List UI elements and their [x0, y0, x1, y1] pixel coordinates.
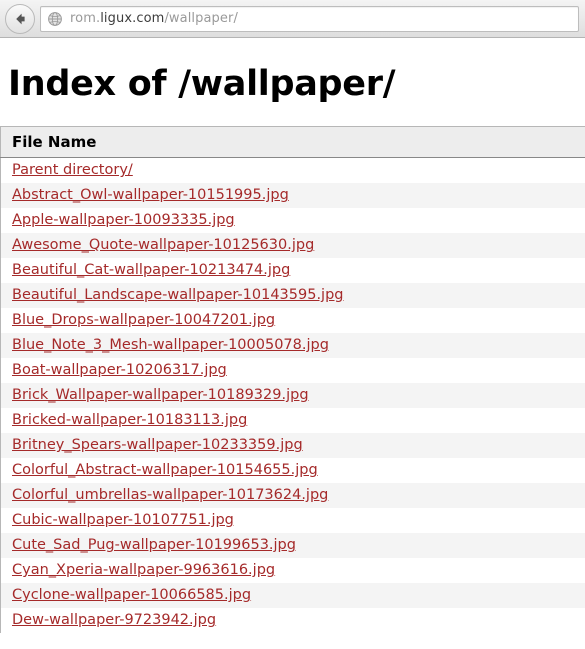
- table-row: Parent directory/: [0, 157, 585, 184]
- file-link[interactable]: Cute_Sad_Pug-wallpaper-10199653.jpg: [12, 537, 296, 553]
- table-row: Cute_Sad_Pug-wallpaper-10199653.jpg: [0, 533, 585, 559]
- table-row: Beautiful_Cat-wallpaper-10213474.jpg: [0, 258, 585, 284]
- back-button[interactable]: [5, 3, 35, 34]
- file-link[interactable]: Beautiful_Cat-wallpaper-10213474.jpg: [12, 262, 290, 278]
- table-row: Cyclone-wallpaper-10066585.jpg: [0, 583, 585, 609]
- file-name-cell: Parent directory/: [0, 157, 585, 184]
- table-body: Parent directory/Abstract_Owl-wallpaper-…: [0, 157, 585, 634]
- url-bar[interactable]: rom.ligux.com/wallpaper/: [40, 5, 579, 32]
- table-row: Colorful_umbrellas-wallpaper-10173624.jp…: [0, 483, 585, 509]
- url-text: rom.ligux.com/wallpaper/: [70, 11, 238, 26]
- file-link[interactable]: Cyclone-wallpaper-10066585.jpg: [12, 587, 251, 603]
- globe-icon: [47, 11, 63, 27]
- browser-toolbar: rom.ligux.com/wallpaper/: [0, 0, 585, 38]
- table-row: Apple-wallpaper-10093335.jpg: [0, 208, 585, 234]
- column-header-file-name[interactable]: File Name: [0, 126, 585, 159]
- file-name-cell: Blue_Drops-wallpaper-10047201.jpg: [0, 308, 585, 334]
- file-name-cell: Cute_Sad_Pug-wallpaper-10199653.jpg: [0, 533, 585, 559]
- table-row: Blue_Drops-wallpaper-10047201.jpg: [0, 308, 585, 334]
- file-name-cell: Britney_Spears-wallpaper-10233359.jpg: [0, 433, 585, 459]
- url-domain: ligux.com: [100, 11, 165, 26]
- file-link[interactable]: Awesome_Quote-wallpaper-10125630.jpg: [12, 237, 314, 253]
- table-row: Cyan_Xperia-wallpaper-9963616.jpg: [0, 558, 585, 584]
- table-head: File Name: [0, 126, 585, 159]
- file-name-cell: Apple-wallpaper-10093335.jpg: [0, 208, 585, 234]
- file-name-cell: Abstract_Owl-wallpaper-10151995.jpg: [0, 183, 585, 209]
- file-link[interactable]: Brick_Wallpaper-wallpaper-10189329.jpg: [12, 387, 309, 403]
- file-name-cell: Dew-wallpaper-9723942.jpg: [0, 608, 585, 634]
- file-link[interactable]: Colorful_Abstract-wallpaper-10154655.jpg: [12, 462, 318, 478]
- table-row: Cubic-wallpaper-10107751.jpg: [0, 508, 585, 534]
- file-link[interactable]: Abstract_Owl-wallpaper-10151995.jpg: [12, 187, 289, 203]
- file-name-cell: Beautiful_Cat-wallpaper-10213474.jpg: [0, 258, 585, 284]
- table-row: Britney_Spears-wallpaper-10233359.jpg: [0, 433, 585, 459]
- table-row: Brick_Wallpaper-wallpaper-10189329.jpg: [0, 383, 585, 409]
- file-link[interactable]: Dew-wallpaper-9723942.jpg: [12, 612, 216, 628]
- file-link[interactable]: Britney_Spears-wallpaper-10233359.jpg: [12, 437, 303, 453]
- file-link[interactable]: Blue_Note_3_Mesh-wallpaper-10005078.jpg: [12, 337, 329, 353]
- file-name-cell: Cubic-wallpaper-10107751.jpg: [0, 508, 585, 534]
- table-header-row: File Name: [0, 126, 585, 159]
- page-title: Index of /wallpaper/: [8, 64, 396, 104]
- table-row: Colorful_Abstract-wallpaper-10154655.jpg: [0, 458, 585, 484]
- arrow-left-icon: [12, 11, 28, 27]
- table-row: Bricked-wallpaper-10183113.jpg: [0, 408, 585, 434]
- table-row: Abstract_Owl-wallpaper-10151995.jpg: [0, 183, 585, 209]
- table-row: Awesome_Quote-wallpaper-10125630.jpg: [0, 233, 585, 259]
- page-content: Index of /wallpaper/ File Name Parent di…: [0, 38, 585, 634]
- table-row: Dew-wallpaper-9723942.jpg: [0, 608, 585, 634]
- file-name-cell: Boat-wallpaper-10206317.jpg: [0, 358, 585, 384]
- url-prefix: rom.: [70, 11, 101, 26]
- table-row: Boat-wallpaper-10206317.jpg: [0, 358, 585, 384]
- file-link[interactable]: Beautiful_Landscape-wallpaper-10143595.j…: [12, 287, 344, 303]
- file-link[interactable]: Colorful_umbrellas-wallpaper-10173624.jp…: [12, 487, 328, 503]
- file-link[interactable]: Apple-wallpaper-10093335.jpg: [12, 212, 235, 228]
- directory-listing-table: File Name Parent directory/Abstract_Owl-…: [0, 126, 585, 634]
- file-link[interactable]: Boat-wallpaper-10206317.jpg: [12, 362, 227, 378]
- file-name-cell: Blue_Note_3_Mesh-wallpaper-10005078.jpg: [0, 333, 585, 359]
- file-name-cell: Cyan_Xperia-wallpaper-9963616.jpg: [0, 558, 585, 584]
- file-link[interactable]: Bricked-wallpaper-10183113.jpg: [12, 412, 247, 428]
- file-link[interactable]: Cubic-wallpaper-10107751.jpg: [12, 512, 234, 528]
- file-name-cell: Bricked-wallpaper-10183113.jpg: [0, 408, 585, 434]
- file-name-cell: Brick_Wallpaper-wallpaper-10189329.jpg: [0, 383, 585, 409]
- file-name-cell: Colorful_umbrellas-wallpaper-10173624.jp…: [0, 483, 585, 509]
- url-path: /wallpaper/: [164, 11, 238, 26]
- table-row: Beautiful_Landscape-wallpaper-10143595.j…: [0, 283, 585, 309]
- file-name-cell: Beautiful_Landscape-wallpaper-10143595.j…: [0, 283, 585, 309]
- parent-directory-link[interactable]: Parent directory/: [12, 162, 133, 178]
- file-link[interactable]: Blue_Drops-wallpaper-10047201.jpg: [12, 312, 275, 328]
- file-name-cell: Cyclone-wallpaper-10066585.jpg: [0, 583, 585, 609]
- file-name-cell: Awesome_Quote-wallpaper-10125630.jpg: [0, 233, 585, 259]
- file-link[interactable]: Cyan_Xperia-wallpaper-9963616.jpg: [12, 562, 275, 578]
- file-name-cell: Colorful_Abstract-wallpaper-10154655.jpg: [0, 458, 585, 484]
- table-row: Blue_Note_3_Mesh-wallpaper-10005078.jpg: [0, 333, 585, 359]
